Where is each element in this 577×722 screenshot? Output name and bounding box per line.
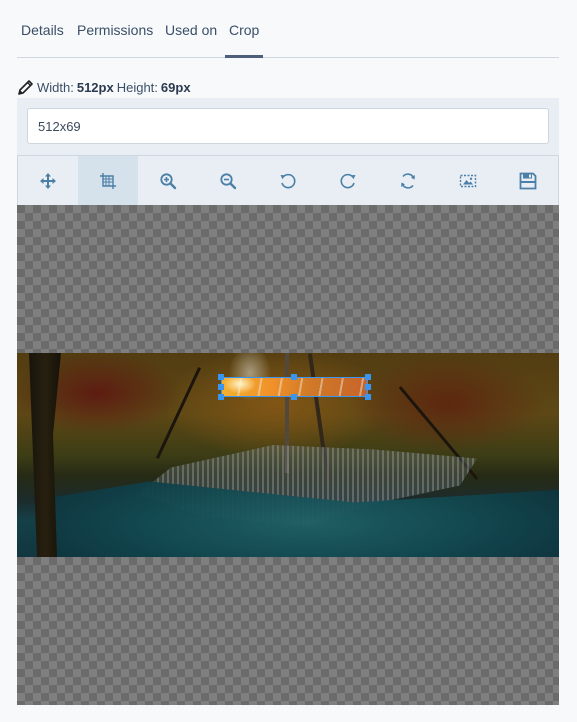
- tab-used-on[interactable]: Used on: [165, 22, 217, 38]
- pencil-icon: [17, 79, 34, 96]
- width-value: 512px: [76, 80, 114, 95]
- crop-icon: [100, 172, 116, 189]
- tab-details[interactable]: Details: [21, 22, 64, 38]
- zoom-in-icon: [160, 172, 177, 189]
- zoom-out-icon: [220, 172, 237, 189]
- crop-handle-sw[interactable]: [218, 394, 224, 400]
- crop-button[interactable]: [78, 156, 138, 205]
- reset-icon: [401, 172, 415, 189]
- crop-handle-n[interactable]: [291, 374, 297, 380]
- width-label: Width:: [37, 80, 74, 95]
- crop-panel: [17, 98, 559, 705]
- rotate-left-button[interactable]: [258, 156, 318, 205]
- move-arrows-icon: [40, 172, 56, 189]
- crop-handle-nw[interactable]: [218, 374, 224, 380]
- rotate-left-icon: [280, 173, 296, 188]
- height-label: Height:: [116, 80, 158, 95]
- reset-button[interactable]: [378, 156, 438, 205]
- crop-handle-ne[interactable]: [365, 374, 371, 380]
- crop-dimensions: Width: 512px Height: 69px: [17, 79, 191, 96]
- crop-size-input[interactable]: [27, 108, 549, 144]
- crop-handle-s[interactable]: [291, 394, 297, 400]
- crop-handle-w[interactable]: [218, 384, 224, 390]
- rotate-right-button[interactable]: [318, 156, 378, 205]
- rotate-right-icon: [340, 173, 356, 188]
- save-icon: [519, 172, 537, 189]
- height-value: 69px: [160, 80, 191, 95]
- crop-canvas[interactable]: [17, 205, 559, 705]
- fit-image-button[interactable]: [438, 156, 498, 205]
- move-button[interactable]: [18, 156, 78, 205]
- zoom-out-button[interactable]: [198, 156, 258, 205]
- tab-crop[interactable]: Crop: [224, 22, 264, 58]
- zoom-in-button[interactable]: [138, 156, 198, 205]
- image-select-icon: [459, 174, 477, 187]
- tab-permissions[interactable]: Permissions: [77, 22, 153, 38]
- crop-toolbar: [17, 155, 559, 205]
- crop-handle-e[interactable]: [365, 384, 371, 390]
- tab-bar: Details Permissions Used on Crop: [17, 0, 559, 58]
- crop-handle-se[interactable]: [365, 394, 371, 400]
- source-image: [17, 353, 559, 557]
- save-button[interactable]: [498, 156, 558, 205]
